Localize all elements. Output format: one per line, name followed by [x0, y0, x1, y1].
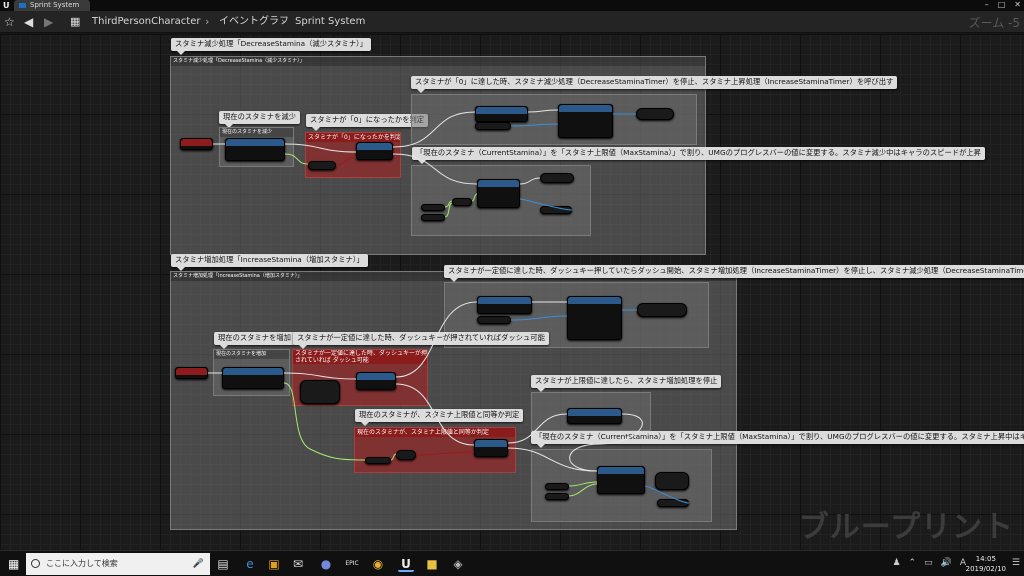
- windows-taskbar: ▦ ここに入力して検索 🎤 ▤ e ▣ ✉ ● EPIC ◉ U ■ ◈ ♟ ⌃…: [0, 550, 1024, 576]
- microphone-icon[interactable]: 🎤: [193, 553, 204, 575]
- task-view-icon[interactable]: ▤: [215, 556, 231, 572]
- forward-arrow-icon[interactable]: ▶: [44, 15, 53, 29]
- blueprint-icon: [19, 3, 26, 8]
- object-wire: [519, 198, 573, 211]
- app-icon[interactable]: ◈: [450, 556, 466, 572]
- exec-wire: [284, 143, 357, 153]
- exec-wire: [392, 153, 478, 185]
- breadcrumb-item-character[interactable]: ThirdPersonCharacter: [92, 16, 200, 28]
- clock-time: 14:05: [975, 555, 996, 563]
- float-wire: [568, 481, 598, 487]
- exec-wire: [519, 177, 541, 185]
- app-root: U Sprint System – □ ✕ ☆ ◀ ▶ ▦ ThirdPerso…: [0, 0, 1024, 576]
- clock-date: 2019/02/10: [965, 565, 1006, 573]
- exec-wire: [527, 109, 559, 113]
- edge-browser-icon[interactable]: e: [242, 556, 258, 572]
- close-icon[interactable]: ✕: [1014, 0, 1021, 10]
- document-tab[interactable]: Sprint System: [14, 0, 90, 11]
- float-wire: [284, 153, 309, 165]
- file-explorer-icon[interactable]: ■: [424, 556, 440, 572]
- people-icon[interactable]: ♟: [892, 557, 900, 569]
- back-arrow-icon[interactable]: ◀: [24, 15, 33, 29]
- windows-start-icon[interactable]: ▦: [8, 557, 19, 571]
- exec-wire: [507, 447, 598, 472]
- search-icon: [31, 559, 40, 568]
- zoom-level: ズーム -5: [968, 16, 1020, 30]
- chrome-icon[interactable]: ◉: [370, 556, 386, 572]
- float-wire: [390, 453, 397, 461]
- breadcrumb-item-eventgraph[interactable]: イベントグラフ: [219, 16, 289, 28]
- object-wire: [510, 123, 559, 127]
- object-wire: [510, 315, 568, 321]
- favorite-star-icon[interactable]: ☆: [4, 15, 15, 29]
- taskbar-search-input[interactable]: ここに入力して検索 🎤: [26, 553, 210, 575]
- exec-wire: [569, 413, 643, 472]
- breadcrumb-separator-icon: ›: [281, 15, 286, 28]
- exec-wire: [507, 413, 568, 444]
- exec-wires: [208, 109, 643, 472]
- graph-wires: [208, 109, 690, 504]
- exec-wire: [392, 111, 476, 148]
- taskbar-clock[interactable]: 14:05 2019/02/10: [966, 554, 1006, 574]
- title-bar: U Sprint System – □ ✕: [0, 0, 1024, 11]
- blueprint-watermark: ブループリント: [798, 510, 1014, 545]
- unreal-logo: U: [3, 1, 10, 10]
- graph-grid-icon: ▦: [70, 15, 81, 28]
- bool-wire: [415, 451, 475, 456]
- store-icon[interactable]: ▣: [266, 556, 282, 572]
- exec-wire: [395, 301, 478, 378]
- breadcrumb-separator-icon: ›: [205, 15, 210, 28]
- network-icon[interactable]: ▭: [924, 557, 933, 569]
- float-wire: [471, 193, 478, 202]
- taskbar-search-placeholder: ここに入力して検索: [46, 559, 118, 568]
- document-tab-label: Sprint System: [30, 1, 80, 9]
- breadcrumb-bar: ☆ ◀ ▶ ▦ ThirdPersonCharacter › イベントグラフ ›…: [0, 11, 1024, 33]
- discord-icon[interactable]: ●: [318, 556, 334, 572]
- exec-wire: [283, 372, 357, 380]
- exec-wire: [395, 383, 475, 446]
- float-wires: [283, 153, 598, 497]
- volume-icon[interactable]: 🔊: [941, 557, 952, 569]
- object-wire: [644, 485, 690, 504]
- window-controls: – □ ✕: [985, 0, 1021, 10]
- epic-games-icon[interactable]: EPIC: [344, 556, 360, 572]
- minimize-icon[interactable]: –: [985, 0, 989, 10]
- mail-icon[interactable]: ✉: [290, 556, 306, 572]
- blueprint-graph[interactable]: スタミナ減少処理「DecreaseStamina（減少スタミナ）」 スタミナ減少…: [0, 34, 1024, 550]
- notification-icon[interactable]: ☰: [1012, 558, 1020, 568]
- object-wires: [510, 113, 690, 504]
- unreal-engine-icon[interactable]: U: [398, 556, 414, 572]
- maximize-icon[interactable]: □: [998, 0, 1006, 10]
- system-tray: ♟ ⌃ ▭ 🔊 A: [892, 557, 966, 569]
- breadcrumb-item-sprint-system[interactable]: Sprint System: [295, 16, 365, 28]
- bool-wire: [335, 156, 357, 166]
- tray-chevron-icon[interactable]: ⌃: [909, 557, 917, 569]
- float-wire: [283, 382, 366, 461]
